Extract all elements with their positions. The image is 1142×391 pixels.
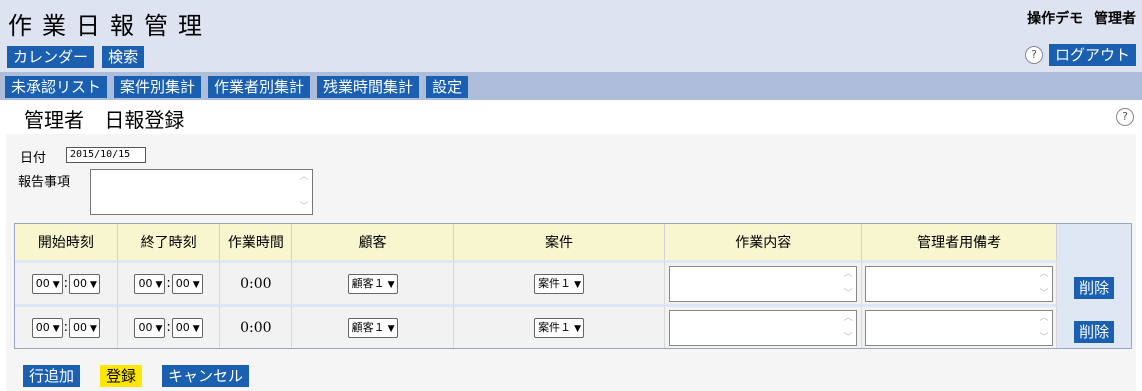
- nav-project-summary[interactable]: 案件別集計: [114, 76, 202, 98]
- admin-note-cell: ︿ ﹀: [862, 260, 1058, 304]
- page-title: 管理者 日報登録: [24, 104, 184, 133]
- delete-cell: 削除: [1057, 304, 1131, 348]
- logout-button[interactable]: ログアウト: [1048, 44, 1136, 66]
- duration-cell: 0:00: [220, 304, 293, 348]
- add-row-button[interactable]: 行追加: [23, 365, 81, 387]
- end-minute-select[interactable]: 00 ▼: [171, 273, 203, 294]
- duration-cell: 0:00: [220, 260, 293, 304]
- nav-worker-summary[interactable]: 作業者別集計: [208, 76, 311, 98]
- secondary-nav: 未承認リスト 案件別集計 作業者別集計 残業時間集計 設定: [5, 76, 469, 98]
- project-cell: 案件１ ▼: [453, 260, 666, 304]
- textarea-scrollbar[interactable]: ︿ ﹀: [842, 313, 854, 343]
- th-actions: [1057, 224, 1131, 260]
- nav-settings[interactable]: 設定: [426, 76, 469, 98]
- customer-select[interactable]: 顧客１ ▼: [347, 273, 398, 294]
- chevron-down-icon: ▼: [387, 323, 395, 334]
- delete-row-button[interactable]: 削除: [1074, 320, 1115, 343]
- date-label: 日付: [20, 151, 47, 166]
- user-info: 操作デモ 管理者: [1027, 8, 1136, 28]
- nav-calendar-button[interactable]: カレンダー: [7, 46, 95, 68]
- end-time-cell: 00 ▼:00 ▼: [117, 304, 221, 348]
- page-title-action: 日報登録: [104, 108, 185, 132]
- end-hour-select[interactable]: 00 ▼: [134, 273, 166, 294]
- project-cell: 案件１ ▼: [453, 304, 666, 348]
- app-title: 作業日報管理: [8, 12, 212, 40]
- chevron-down-icon: ▼: [52, 323, 60, 334]
- customer-cell: 顧客１ ▼: [292, 304, 454, 348]
- th-admin-note: 管理者用備考: [862, 224, 1058, 260]
- work-content-cell: ︿ ﹀: [665, 304, 863, 348]
- work-table: 開始時刻 終了時刻 作業時間 顧客 案件 作業内容 管理者用備考 00 ▼:00 ▼…: [14, 223, 1132, 349]
- customer-cell: 顧客１ ▼: [292, 260, 454, 304]
- textarea-scrollbar[interactable]: ︿ ﹀: [1038, 313, 1050, 343]
- date-input[interactable]: 2015/10/15: [66, 147, 146, 163]
- table-row: 00 ▼:00 ▼ 00 ▼:00 ▼ 0:00 顧客１ ▼ 案件１ ▼ ︿ ﹀ ︿ ﹀ 削除: [15, 260, 1131, 304]
- nav-overtime-summary[interactable]: 残業時間集計: [317, 76, 420, 98]
- admin-note-textarea[interactable]: ︿ ﹀: [865, 309, 1054, 346]
- th-project: 案件: [453, 224, 666, 260]
- table-header-row: 開始時刻 終了時刻 作業時間 顧客 案件 作業内容 管理者用備考: [15, 224, 1131, 260]
- start-minute-select[interactable]: 00 ▼: [69, 317, 100, 338]
- nav-unapproved-list[interactable]: 未承認リスト: [5, 76, 108, 98]
- th-duration: 作業時間: [220, 224, 293, 260]
- delete-row-button[interactable]: 削除: [1074, 276, 1115, 299]
- textarea-scrollbar[interactable]: ︿ ﹀: [298, 172, 310, 212]
- start-minute-select[interactable]: 00 ▼: [69, 273, 100, 294]
- report-textarea[interactable]: ︿ ﹀: [90, 169, 313, 215]
- primary-nav: カレンダー 検索: [7, 46, 147, 68]
- admin-note-cell: ︿ ﹀: [862, 304, 1058, 348]
- start-time-cell: 00 ▼:00 ▼: [15, 260, 118, 304]
- admin-note-textarea[interactable]: ︿ ﹀: [865, 265, 1054, 302]
- duration-value: 0:00: [240, 319, 272, 336]
- project-select[interactable]: 案件１ ▼: [534, 273, 584, 294]
- form-actions: 行追加 登録 キャンセル: [23, 365, 250, 387]
- work-content-textarea[interactable]: ︿ ﹀: [669, 309, 858, 346]
- end-hour-select[interactable]: 00 ▼: [134, 317, 166, 338]
- user-name: 操作デモ: [1027, 11, 1084, 27]
- textarea-scrollbar[interactable]: ︿ ﹀: [842, 269, 854, 299]
- th-start-time: 開始時刻: [15, 224, 118, 260]
- work-content-textarea[interactable]: ︿ ﹀: [669, 265, 858, 302]
- chevron-down-icon: ▼: [52, 279, 60, 290]
- end-time-cell: 00 ▼:00 ▼: [117, 260, 221, 304]
- start-hour-select[interactable]: 00 ▼: [31, 317, 63, 338]
- chevron-down-icon: ▼: [192, 323, 200, 334]
- end-minute-select[interactable]: 00 ▼: [171, 317, 203, 338]
- chevron-down-icon: ▼: [155, 323, 163, 334]
- th-customer: 顧客: [292, 224, 454, 260]
- start-hour-select[interactable]: 00 ▼: [31, 273, 63, 294]
- chevron-down-icon: ▼: [387, 279, 395, 290]
- duration-value: 0:00: [240, 275, 272, 292]
- th-end-time: 終了時刻: [117, 224, 221, 260]
- page-title-role: 管理者: [24, 108, 84, 132]
- register-button[interactable]: 登録: [100, 365, 143, 387]
- project-select[interactable]: 案件１ ▼: [534, 317, 584, 338]
- table-row: 00 ▼:00 ▼ 00 ▼:00 ▼ 0:00 顧客１ ▼ 案件１ ▼ ︿ ﹀ ︿ ﹀ 削除: [15, 304, 1131, 348]
- user-role: 管理者: [1094, 11, 1136, 27]
- logout-area: ? ログアウト: [1024, 44, 1136, 66]
- chevron-down-icon: ▼: [574, 323, 581, 334]
- help-icon[interactable]: ?: [1024, 46, 1043, 64]
- chevron-down-icon: ▼: [155, 279, 163, 290]
- chevron-down-icon: ▼: [90, 323, 97, 334]
- page-help-icon[interactable]: ?: [1116, 108, 1134, 126]
- textarea-scrollbar[interactable]: ︿ ﹀: [1038, 269, 1050, 299]
- start-time-cell: 00 ▼:00 ▼: [15, 304, 118, 348]
- chevron-down-icon: ▼: [574, 279, 581, 290]
- cancel-button[interactable]: キャンセル: [162, 365, 250, 387]
- chevron-down-icon: ▼: [192, 279, 200, 290]
- nav-search-button[interactable]: 検索: [102, 46, 145, 68]
- delete-cell: 削除: [1057, 260, 1131, 304]
- work-content-cell: ︿ ﹀: [665, 260, 863, 304]
- th-work-content: 作業内容: [665, 224, 863, 260]
- customer-select[interactable]: 顧客１ ▼: [347, 317, 398, 338]
- report-label: 報告事項: [18, 175, 71, 190]
- chevron-down-icon: ▼: [90, 279, 97, 290]
